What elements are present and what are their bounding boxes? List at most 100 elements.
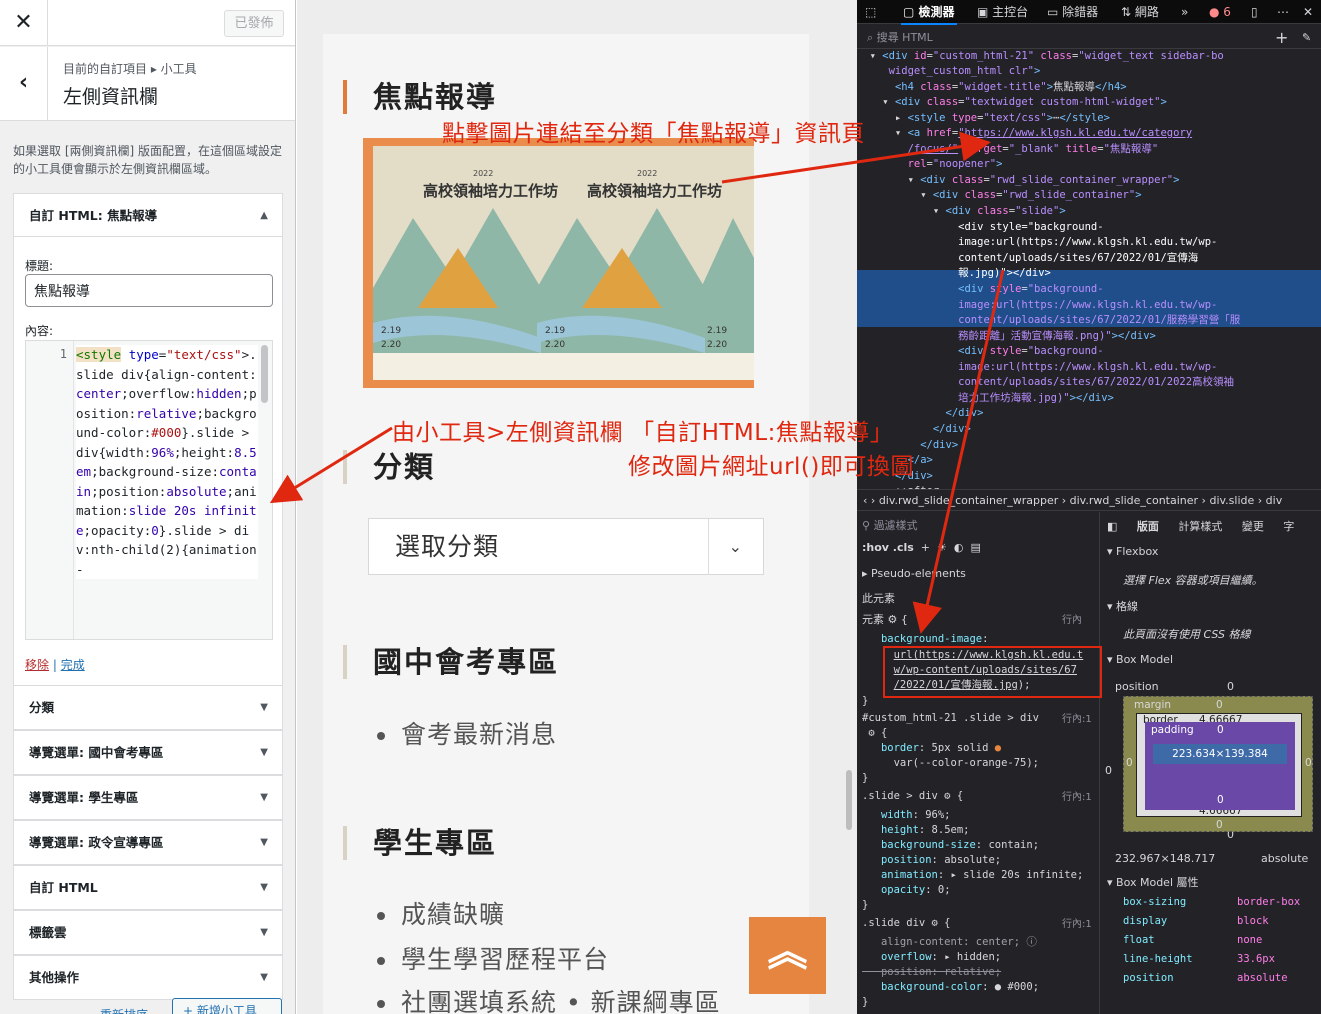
dom-node-selected[interactable]: image:url(https://www.klgsh.kl.edu.tw/wp… [857, 235, 1217, 251]
breadcrumb-next-icon[interactable]: › [871, 494, 875, 507]
widget-header[interactable]: 自訂 HTML: 焦點報導 ▲ [14, 194, 282, 237]
widget-nav-policy[interactable]: 導覽選單: 政令宣導專區 ▼ [13, 820, 283, 865]
dom-node[interactable]: content/uploads/sites/67/2022/01/2022高校領… [857, 375, 1234, 391]
widget-custom-html[interactable]: 自訂 HTML ▼ [13, 865, 283, 910]
dom-node[interactable]: ▾ <div class="slide"> [857, 204, 1066, 220]
code-editor[interactable]: 1 <style type="text/css">.slide div{alig… [25, 340, 273, 640]
css-declaration[interactable]: background-size: contain; [862, 838, 1039, 853]
dom-node-selected[interactable]: <div style="background- [857, 220, 1103, 236]
dom-node[interactable]: 務齡距離」活動宣傳海報.png)"></div> [857, 329, 1156, 345]
dom-node[interactable]: ▾ <div class="textwidget custom-html-wid… [857, 95, 1167, 111]
dom-node[interactable]: ▾ <div class="rwd_slide_container"> [857, 188, 1141, 204]
code-content[interactable]: <style type="text/css">.slide div{align-… [76, 345, 258, 579]
dock-icon[interactable]: ▯ [1251, 0, 1258, 24]
css-declaration-overridden[interactable]: position: relative; [862, 965, 1001, 980]
css-declaration[interactable]: align-content: center; ⓘ [862, 935, 1037, 950]
remove-link[interactable]: 移除 [25, 658, 49, 672]
boxmodel-border[interactable]: border 4.66667 4.66667 padding 0 0 223.6… [1136, 713, 1302, 817]
widget-tag-cloud[interactable]: 標籤雲 ▼ [13, 910, 283, 955]
grid-section[interactable]: ▾ 格線 [1107, 598, 1138, 614]
breadcrumb-item[interactable]: div [1266, 494, 1283, 507]
done-link[interactable]: 完成 [61, 658, 85, 672]
css-declaration[interactable]: height: 8.5em; [862, 823, 970, 838]
dom-node[interactable]: image:url(https://www.klgsh.kl.edu.tw/wp… [857, 360, 1217, 376]
css-declaration[interactable]: overflow: ▸ hidden; [862, 950, 1001, 965]
close-icon[interactable]: ✕ [1303, 0, 1313, 24]
publish-button[interactable]: 已發佈 [224, 10, 284, 37]
element-picker-icon[interactable]: ⬚ [865, 0, 876, 24]
boxmodel-content[interactable]: 223.634×139.384 [1153, 744, 1287, 764]
tab-computed[interactable]: 計算樣式 [1178, 520, 1222, 533]
dom-node[interactable]: ▾ <div id="custom_html-21" class="widget… [857, 49, 1224, 65]
back-to-top-button[interactable]: ︽ [749, 917, 826, 994]
widget-nav-exam[interactable]: 導覽選單: 國中會考專區 ▼ [13, 730, 283, 775]
dom-node[interactable]: <div style="background- [857, 344, 1103, 360]
list-item[interactable]: 會考最新消息 [377, 720, 557, 750]
css-selector[interactable]: .slide > div ⚙ { [862, 789, 963, 804]
list-item[interactable]: 成績缺曠 [377, 900, 505, 930]
category-select[interactable]: 選取分類 ⌄ [368, 518, 764, 575]
html-search[interactable]: ⌕ 搜尋 HTML + ✎ [857, 27, 1321, 49]
widget-other[interactable]: 其他操作 ▼ [13, 955, 283, 1000]
list-item[interactable]: 學生學習歷程平台 [377, 945, 609, 975]
tab-fonts[interactable]: 字 [1283, 520, 1294, 533]
tab-changes[interactable]: 變更 [1242, 520, 1264, 533]
error-badge[interactable]: ● 6 [1209, 0, 1231, 24]
breadcrumb-item[interactable]: div.rwd_slide_container_wrapper [879, 494, 1058, 507]
back-button[interactable]: ‹ [0, 47, 48, 121]
breadcrumb-item[interactable]: div.rwd_slide_container [1070, 494, 1198, 507]
css-declaration[interactable]: var(--color-orange-75); [862, 756, 1039, 771]
css-selector[interactable]: #custom_html-21 .slide > div [862, 711, 1039, 726]
dom-node[interactable]: ▸ <style type="text/css">⋯</style> [857, 111, 1110, 127]
reorder-link[interactable]: 重新排序 [100, 1006, 148, 1014]
dom-node[interactable]: <div style="background- [857, 282, 1103, 298]
dom-node[interactable]: rel="noopener"> [857, 157, 1003, 173]
widget-category[interactable]: 分類 ▼ [13, 685, 283, 730]
dom-node-selected[interactable]: 報.jpg)"></div> [857, 266, 1051, 282]
tab-inspector[interactable]: ▢ 檢測器 [901, 0, 957, 25]
breadcrumb-prev-icon[interactable]: ‹ [863, 494, 867, 507]
list-item[interactable]: 社團選填系統 • 新課綱專區 [377, 988, 721, 1014]
css-declaration[interactable]: width: 96%; [862, 808, 951, 823]
css-declaration[interactable]: animation: ▸ slide 20s infinite; [862, 868, 1083, 883]
dom-node[interactable]: image:url(https://www.klgsh.kl.edu.tw/wp… [857, 298, 1217, 314]
dom-node[interactable]: ▾ <a href="https://www.klgsh.kl.edu.tw/c… [857, 126, 1192, 142]
more-tabs-icon[interactable]: » [1181, 0, 1188, 24]
css-selector[interactable]: .slide div ⚙ { [862, 916, 951, 931]
pseudo-toggles[interactable]: :hov .cls + ☀ ◐ ▤ [862, 540, 981, 555]
css-declaration[interactable]: background-color: ● #000; [862, 980, 1039, 995]
widget-nav-student[interactable]: 導覽選單: 學生專區 ▼ [13, 775, 283, 820]
boxmodel-margin[interactable]: margin 0 0 0 0 border 4.66667 4.66667 pa… [1123, 696, 1313, 832]
dom-node[interactable]: widget_custom_html clr"> [857, 64, 1041, 80]
dom-node[interactable]: ▾ <div class="rwd_slide_container_wrappe… [857, 173, 1180, 189]
code-scrollbar[interactable] [261, 345, 268, 403]
css-declaration[interactable]: border: 5px solid ● [862, 741, 1001, 756]
eyedropper-icon[interactable]: ✎ [1302, 27, 1311, 49]
breadcrumb-item[interactable]: div.slide [1209, 494, 1254, 507]
add-widget-button[interactable]: + 新增小工具 [172, 998, 282, 1014]
add-node-icon[interactable]: + [1275, 27, 1288, 49]
dom-node[interactable]: content/uploads/sites/67/2022/01/服務學習營「服 [857, 313, 1240, 329]
boxmodel-padding[interactable]: padding 0 0 223.634×139.384 [1145, 722, 1295, 810]
boxmodel-props-section[interactable]: ▾ Box Model 屬性 [1107, 874, 1199, 890]
css-declaration[interactable]: opacity: 0; [862, 883, 951, 898]
css-declaration[interactable]: background-image: [862, 632, 988, 647]
menu-icon[interactable]: ⋯ [1277, 0, 1289, 24]
pseudo-elements-toggle[interactable]: ▸ Pseudo-elements [862, 566, 966, 581]
tab-network[interactable]: ⇅ 網路 [1121, 0, 1159, 24]
dom-node[interactable]: 培力工作坊海報.jpg)"></div> [857, 391, 1114, 407]
css-declaration[interactable]: position: absolute; [862, 853, 1001, 868]
dom-node-selected[interactable]: content/uploads/sites/67/2022/01/宣傳海 [857, 251, 1198, 267]
boxmodel-section[interactable]: ▾ Box Model [1107, 653, 1173, 666]
focus-banner-image[interactable]: 2022 高校領袖培力工作坊 2022 高校領袖培力工作坊 2.19 2.20 … [363, 138, 754, 388]
filter-styles[interactable]: ⚲ 過濾樣式 [862, 518, 918, 533]
sidebar-toggle-icon[interactable]: ◧ [1107, 520, 1117, 533]
dom-node[interactable]: <h4 class="widget-title">焦點報導</h4> [857, 80, 1127, 96]
preview-scrollbar[interactable] [846, 770, 852, 830]
title-input[interactable] [25, 274, 273, 307]
dom-node[interactable]: /focus/" target="_blank" title="焦點報導" [857, 142, 1159, 158]
tab-debugger[interactable]: ▭ 除錯器 [1047, 0, 1098, 24]
tab-layout[interactable]: 版面 [1137, 520, 1159, 533]
tab-console[interactable]: ▣ 主控台 [977, 0, 1028, 24]
flexbox-section[interactable]: ▾ Flexbox [1107, 545, 1158, 558]
